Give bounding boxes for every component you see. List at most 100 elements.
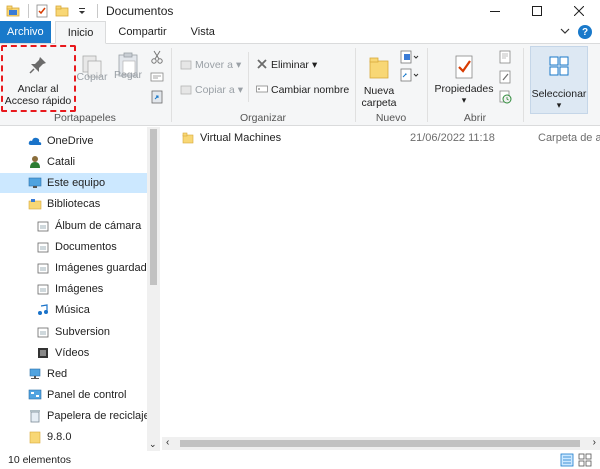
- clipboard-group: Anclar al Acceso rápido Copiar Pegar Por…: [0, 44, 170, 126]
- nav-item-network[interactable]: Red: [28, 364, 67, 384]
- maximize-icon: [532, 6, 542, 16]
- move-to-label: Mover a: [195, 59, 233, 71]
- toolbar-separator: [97, 4, 98, 18]
- tab-file[interactable]: Archivo: [0, 21, 51, 43]
- copy-button[interactable]: Copiar: [74, 46, 110, 83]
- dropdown-arrow-icon: ▾: [237, 84, 243, 96]
- nav-scrollbar-thumb[interactable]: [150, 129, 157, 285]
- new-folder-icon: [368, 56, 390, 83]
- properties-icon: [453, 54, 475, 83]
- scroll-down-arrow-icon[interactable]: ⌄: [149, 440, 157, 449]
- folder-app-icon[interactable]: [6, 4, 20, 18]
- easy-access-icon[interactable]: [400, 68, 420, 85]
- nav-item-folder-980[interactable]: 9.8.0: [28, 427, 71, 447]
- nav-item-control-panel[interactable]: Panel de control: [28, 385, 127, 405]
- organize-group-label: Organizar: [239, 112, 287, 124]
- move-to-icon: [180, 58, 192, 73]
- dropdown-arrow-icon: ▾: [556, 100, 562, 110]
- cut-icon[interactable]: [150, 50, 164, 67]
- nav-item-label: Bibliotecas: [47, 198, 101, 210]
- delete-x-icon: [256, 58, 268, 73]
- properties-label: Propiedades: [434, 83, 494, 95]
- libraries-icon: [28, 197, 42, 211]
- copy-to-button[interactable]: Copiar a ▾: [180, 82, 243, 98]
- close-icon: [574, 6, 584, 16]
- network-icon: [28, 367, 42, 381]
- nav-item-this-pc[interactable]: Este equipo: [0, 173, 147, 193]
- navigation-pane: OneDrive Catali Este equipo Bibliotecas …: [0, 127, 160, 451]
- new-group-label: Nuevo: [375, 112, 407, 124]
- horizontal-scrollbar[interactable]: ‹ ›: [162, 437, 600, 450]
- nav-item-videos[interactable]: Vídeos: [36, 343, 89, 363]
- paste-button[interactable]: Pegar: [110, 46, 146, 81]
- ribbon-right-controls: ?: [560, 21, 600, 43]
- copy-path-icon[interactable]: [150, 71, 164, 86]
- nav-item-label: Este equipo: [47, 177, 106, 189]
- tab-share[interactable]: Compartir: [106, 21, 178, 43]
- open-group: Propiedades ▾ Abrir: [428, 44, 522, 126]
- close-button[interactable]: [558, 0, 600, 22]
- rename-button[interactable]: Cambiar nombre: [256, 82, 349, 98]
- history-icon[interactable]: [498, 90, 512, 107]
- nav-item-label: Álbum de cámara: [55, 220, 142, 232]
- customize-dropdown-icon[interactable]: [75, 4, 89, 18]
- new-folder-quick-icon[interactable]: [55, 4, 69, 18]
- open-icon[interactable]: [498, 50, 512, 67]
- file-date: 21/06/2022 11:18: [410, 132, 495, 144]
- cloud-icon: [28, 134, 42, 148]
- nav-item-music[interactable]: Música: [36, 300, 90, 320]
- delete-button[interactable]: Eliminar ▾: [256, 57, 317, 73]
- dropdown-arrow-icon: ▾: [235, 59, 242, 71]
- nav-scrollbar[interactable]: ⌄: [147, 127, 160, 451]
- dropdown-arrow-icon: ▾: [461, 95, 467, 105]
- file-type: Carpeta de a: [538, 132, 600, 144]
- select-group: Seleccionar ▾: [528, 44, 588, 126]
- nav-item-subversion[interactable]: Subversion: [36, 322, 110, 342]
- minimize-button[interactable]: [474, 0, 516, 22]
- select-button[interactable]: Seleccionar ▾: [530, 46, 588, 114]
- folder-icon: [28, 430, 42, 444]
- ribbon-expand-icon[interactable]: [560, 26, 570, 39]
- dropdown-arrow-icon: ▾: [311, 59, 318, 71]
- library-folder-icon: [36, 261, 50, 275]
- scroll-right-arrow-icon[interactable]: ›: [593, 437, 596, 448]
- tab-home[interactable]: Inicio: [54, 21, 107, 44]
- nav-item-onedrive[interactable]: OneDrive: [28, 131, 93, 151]
- file-row[interactable]: Virtual Machines 21/06/2022 11:18 Carpet…: [162, 128, 600, 148]
- maximize-button[interactable]: [516, 0, 558, 22]
- new-item-icon[interactable]: [400, 50, 420, 67]
- properties-button[interactable]: Propiedades ▾: [432, 46, 496, 105]
- nav-item-user[interactable]: Catali: [28, 152, 75, 172]
- nav-item-saved-pictures[interactable]: Imágenes guardadas: [36, 258, 158, 278]
- group-separator: [523, 48, 524, 122]
- nav-item-recycle-bin[interactable]: Papelera de reciclaje: [28, 406, 150, 426]
- nav-item-label: Vídeos: [55, 347, 90, 359]
- nav-item-camera-roll[interactable]: Álbum de cámara: [36, 216, 141, 236]
- details-view-icon[interactable]: [560, 453, 574, 469]
- ribbon: Anclar al Acceso rápido Copiar Pegar Por…: [0, 44, 600, 126]
- edit-icon[interactable]: [498, 70, 512, 87]
- move-to-button[interactable]: Mover a ▾: [180, 57, 241, 73]
- nav-item-label: OneDrive: [47, 135, 94, 147]
- properties-check-icon[interactable]: [35, 4, 49, 18]
- tab-view[interactable]: Vista: [179, 21, 227, 43]
- large-icons-view-icon[interactable]: [578, 453, 592, 469]
- new-group: Nueva carpeta Nuevo: [356, 44, 426, 126]
- horizontal-scrollbar-thumb[interactable]: [180, 440, 580, 447]
- nav-item-label: 9.8.0: [47, 431, 72, 443]
- library-folder-icon: [36, 325, 50, 339]
- nav-item-pictures[interactable]: Imágenes: [36, 279, 103, 299]
- paste-shortcut-icon[interactable]: [150, 90, 164, 107]
- help-icon[interactable]: ?: [578, 25, 592, 39]
- scroll-left-arrow-icon[interactable]: ‹: [166, 437, 169, 448]
- clipboard-group-label: Portapapeles: [54, 112, 116, 124]
- nav-item-libraries[interactable]: Bibliotecas: [28, 194, 100, 214]
- library-folder-icon: [36, 219, 50, 233]
- nav-item-label: Documentos: [55, 241, 117, 253]
- window-controls: [474, 0, 600, 22]
- nav-item-documents[interactable]: Documentos: [36, 237, 117, 257]
- file-list: Virtual Machines 21/06/2022 11:18 Carpet…: [162, 127, 600, 437]
- new-folder-button[interactable]: Nueva carpeta: [358, 46, 400, 109]
- nav-item-label: Catali: [47, 156, 76, 168]
- folder-icon: [182, 132, 194, 144]
